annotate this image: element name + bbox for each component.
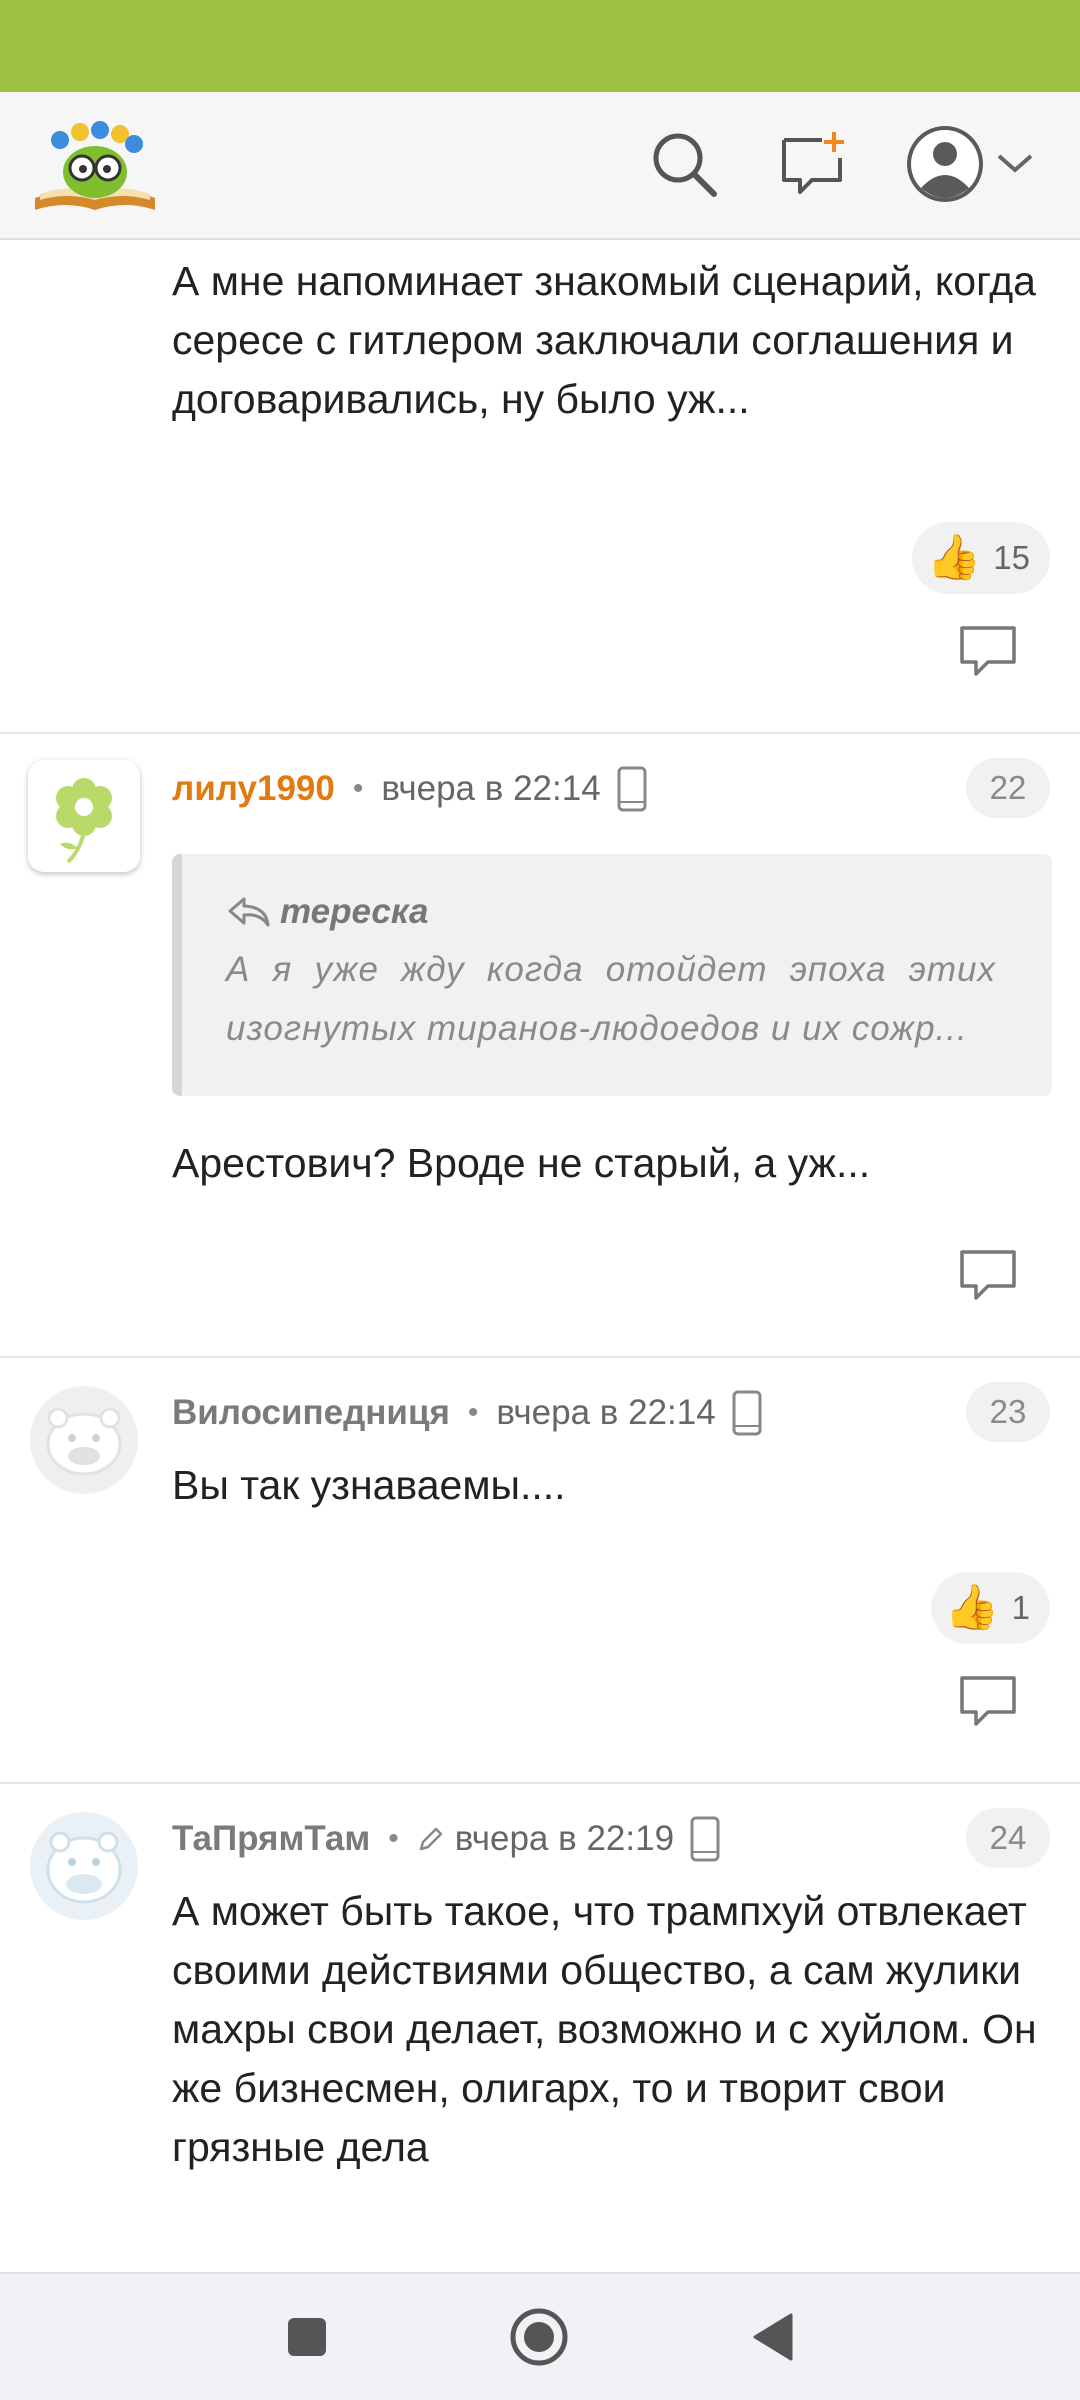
home-button[interactable]: [504, 2304, 574, 2374]
mobile-device-icon: [690, 1816, 720, 1862]
new-message-button[interactable]: [770, 122, 858, 210]
comments-list: А мне напоминает знакомый сценарий, когд…: [0, 240, 1080, 2272]
comment-meta: лилу1990 • вчера в 22:14: [172, 764, 647, 814]
reply-icon: [958, 1250, 1018, 1308]
like-count: 15: [993, 539, 1030, 576]
mobile-device-icon: [617, 766, 647, 812]
comment-time: вчера в 22:14: [496, 1393, 716, 1432]
separator: •: [352, 772, 364, 805]
comment-meta: Вилосипедниця • вчера в 22:14: [172, 1388, 762, 1438]
app-header: [0, 92, 1080, 240]
like-button[interactable]: 👍 15: [912, 522, 1050, 594]
author-name[interactable]: лилу1990: [172, 769, 335, 809]
reply-button[interactable]: [958, 624, 1018, 680]
mobile-device-icon: [732, 1390, 762, 1436]
chevron-down-icon: [995, 152, 1035, 181]
reply-icon: [958, 626, 1018, 684]
comment-item: А мне напоминает знакомый сценарий, когд…: [0, 240, 1080, 734]
comment-text: А может быть такое, что трампхуй отвлека…: [172, 1888, 1037, 2170]
search-button[interactable]: [640, 122, 728, 210]
comment-item: лилу1990 • вчера в 22:14 22 тереска А я …: [0, 734, 1080, 1358]
comment-text: Вы так узнаваемы....: [172, 1462, 566, 1508]
back-button[interactable]: [738, 2304, 808, 2374]
user-avatar-icon: [905, 124, 985, 209]
comment-time: вчера в 22:14: [381, 769, 601, 808]
like-button[interactable]: 👍 1: [930, 1572, 1050, 1644]
like-count: 1: [1011, 1589, 1030, 1626]
comment-meta: ТаПрямТам • вчера в 22:19: [172, 1814, 720, 1864]
comment-text: А мне напоминает знакомый сценарий, когд…: [172, 258, 1036, 422]
avatar[interactable]: [28, 1384, 140, 1496]
logo-icon[interactable]: [30, 110, 160, 220]
separator: •: [467, 1396, 479, 1429]
comment-number-badge[interactable]: 23: [966, 1382, 1050, 1442]
comment-item: ТаПрямТам • вчера в 22:19 24 А может быт…: [0, 1784, 1080, 2272]
avatar[interactable]: [28, 760, 140, 872]
separator: •: [388, 1822, 399, 1855]
comment-number-badge[interactable]: 24: [966, 1808, 1050, 1868]
reply-button[interactable]: [958, 1248, 1018, 1304]
avatar[interactable]: [28, 1810, 140, 1922]
quoted-comment[interactable]: тереска А я уже жду когда отойдет эпоха …: [172, 854, 1052, 1096]
profile-menu-button[interactable]: [895, 122, 1045, 210]
system-navigation-bar: [0, 2272, 1080, 2400]
new-message-icon: [778, 128, 850, 205]
status-bar: [0, 0, 1080, 92]
edited-pencil-icon: [417, 1825, 445, 1853]
comment-text: Арестович? Вроде не старый, а уж...: [172, 1140, 871, 1186]
home-icon: [509, 2307, 569, 2372]
back-icon: [751, 2312, 795, 2367]
comment-number-badge[interactable]: 22: [966, 758, 1050, 818]
recent-apps-button[interactable]: [272, 2304, 342, 2374]
reply-button[interactable]: [958, 1674, 1018, 1730]
quote-text: А я уже жду когда отойдет эпоха этих изо…: [226, 950, 996, 1048]
quote-author: тереска: [226, 892, 429, 932]
author-name[interactable]: Вилосипедниця: [172, 1393, 450, 1433]
comment-time: вчера в 22:19: [454, 1819, 675, 1858]
recent-apps-icon: [285, 2315, 329, 2364]
reply-arrow-icon: [226, 895, 272, 929]
search-icon: [648, 128, 720, 205]
comment-item: Вилосипедниця • вчера в 22:14 23 Вы так …: [0, 1358, 1080, 1784]
thumbs-up-icon: 👍: [944, 1583, 1000, 1632]
author-name[interactable]: ТаПрямТам: [172, 1819, 370, 1859]
reply-icon: [958, 1676, 1018, 1734]
thumbs-up-icon: 👍: [926, 533, 982, 582]
